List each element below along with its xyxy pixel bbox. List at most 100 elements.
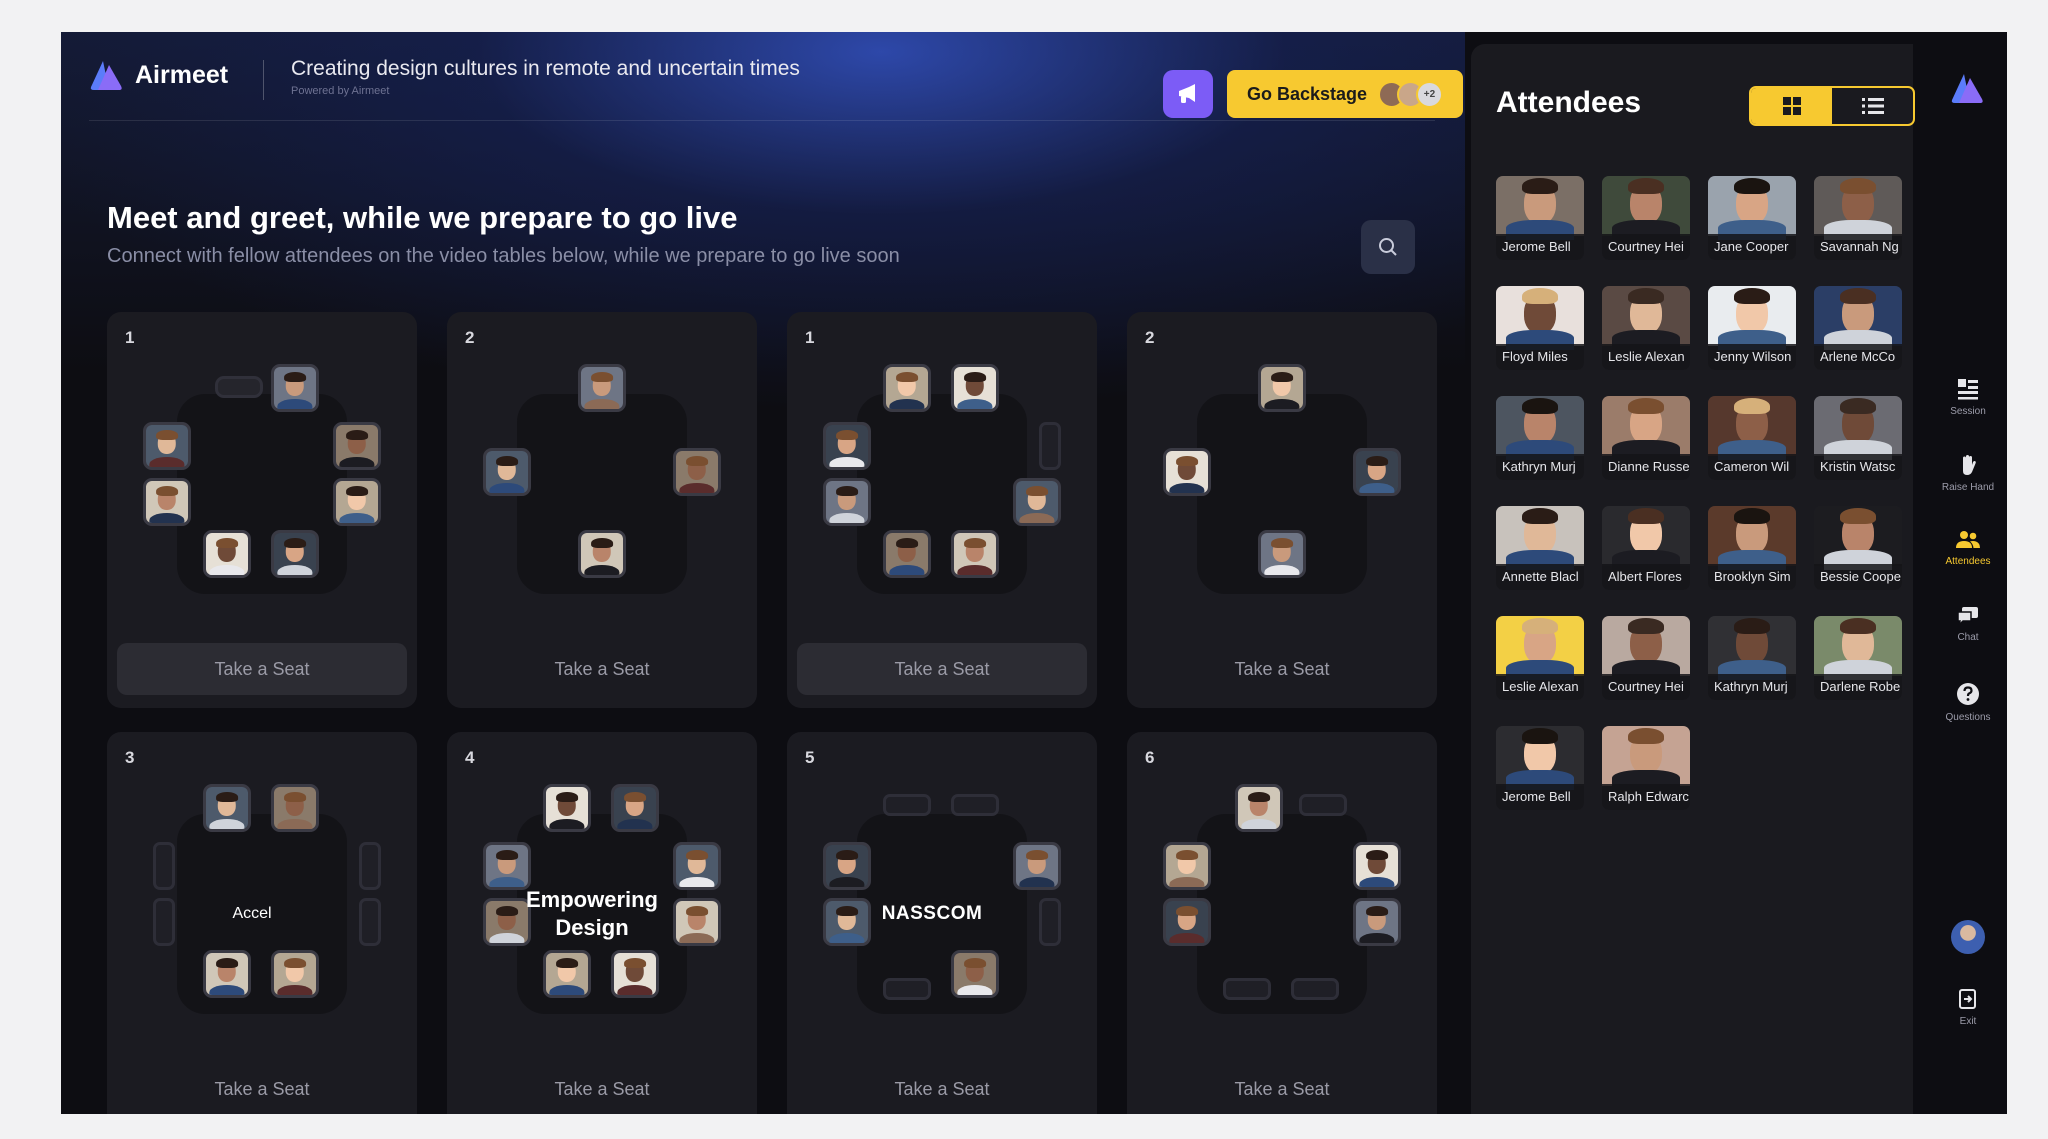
occupied-seat[interactable] — [1163, 842, 1211, 890]
occupied-seat[interactable] — [823, 478, 871, 526]
empty-seat[interactable] — [1223, 978, 1271, 1000]
occupied-seat[interactable] — [578, 364, 626, 412]
rail-logo[interactable] — [1929, 72, 2007, 110]
attendee-card[interactable]: Savannah Ng — [1814, 176, 1902, 260]
occupied-seat[interactable] — [883, 364, 931, 412]
lounge-table[interactable]: 2 Take a Seat — [1127, 312, 1437, 708]
lounge-table[interactable]: 2 Take a Seat — [447, 312, 757, 708]
megaphone-icon — [1179, 84, 1195, 103]
rail-chat[interactable]: Chat — [1929, 606, 2007, 643]
attendee-card[interactable]: Cameron Wil — [1708, 396, 1796, 480]
attendee-photo — [1496, 616, 1584, 680]
attendee-card[interactable]: Albert Flores — [1602, 506, 1690, 590]
occupied-seat[interactable] — [271, 530, 319, 578]
empty-seat[interactable] — [883, 794, 931, 816]
occupied-seat[interactable] — [333, 422, 381, 470]
occupied-seat[interactable] — [1163, 898, 1211, 946]
empty-seat[interactable] — [1039, 422, 1061, 470]
take-seat-button[interactable]: Take a Seat — [1137, 643, 1427, 695]
occupied-seat[interactable] — [483, 448, 531, 496]
announce-button[interactable] — [1163, 70, 1213, 118]
occupied-seat[interactable] — [143, 478, 191, 526]
rail-attendees[interactable]: Attendees — [1929, 530, 2007, 567]
attendee-card[interactable]: Bessie Coope — [1814, 506, 1902, 590]
occupied-seat[interactable] — [578, 530, 626, 578]
occupied-seat[interactable] — [1353, 842, 1401, 890]
rail-questions[interactable]: Questions — [1929, 682, 2007, 723]
attendee-card[interactable]: Brooklyn Sim — [1708, 506, 1796, 590]
attendee-card[interactable]: Floyd Miles — [1496, 286, 1584, 370]
take-seat-button[interactable]: Take a Seat — [117, 1063, 407, 1114]
occupied-seat[interactable] — [271, 364, 319, 412]
attendee-card[interactable]: Leslie Alexan — [1602, 286, 1690, 370]
empty-seat[interactable] — [951, 794, 999, 816]
attendee-photo — [1708, 286, 1796, 350]
take-seat-button[interactable]: Take a Seat — [457, 1063, 747, 1114]
attendee-card[interactable]: Jerome Bell — [1496, 726, 1584, 810]
airmeet-logo[interactable]: Airmeet — [89, 59, 228, 91]
empty-seat[interactable] — [1039, 898, 1061, 946]
empty-seat[interactable] — [359, 842, 381, 890]
go-backstage-button[interactable]: Go Backstage +2 — [1227, 70, 1463, 118]
empty-seat[interactable] — [215, 376, 263, 398]
attendee-card[interactable]: Annette Blacl — [1496, 506, 1584, 590]
occupied-seat[interactable] — [1013, 478, 1061, 526]
occupied-seat[interactable] — [951, 364, 999, 412]
take-seat-button[interactable]: Take a Seat — [117, 643, 407, 695]
list-view-button[interactable] — [1832, 88, 1913, 124]
take-seat-button[interactable]: Take a Seat — [1137, 1063, 1427, 1114]
occupied-seat[interactable] — [1258, 530, 1306, 578]
attendee-card[interactable]: Kristin Watsc — [1814, 396, 1902, 480]
attendee-card[interactable]: Ralph Edwarc — [1602, 726, 1690, 810]
take-seat-button[interactable]: Take a Seat — [797, 1063, 1087, 1114]
empty-seat[interactable] — [359, 898, 381, 946]
lounge-table[interactable]: 1 Take a Seat — [787, 312, 1097, 708]
attendee-card[interactable]: Jenny Wilson — [1708, 286, 1796, 370]
occupied-seat[interactable] — [203, 530, 251, 578]
occupied-seat[interactable] — [673, 842, 721, 890]
attendee-card[interactable]: Leslie Alexan — [1496, 616, 1584, 700]
empty-seat[interactable] — [1299, 794, 1347, 816]
user-avatar[interactable] — [1929, 920, 2007, 960]
occupied-seat[interactable] — [333, 478, 381, 526]
occupied-seat[interactable] — [1235, 784, 1283, 832]
attendee-card[interactable]: Darlene Robe — [1814, 616, 1902, 700]
occupied-seat[interactable] — [951, 530, 999, 578]
occupied-seat[interactable] — [1013, 842, 1061, 890]
occupied-seat[interactable] — [143, 422, 191, 470]
lounge-table[interactable]: 4 Empowering Design Take a Seat — [447, 732, 757, 1114]
empty-seat[interactable] — [153, 842, 175, 890]
grid-view-button[interactable] — [1751, 88, 1832, 124]
attendee-card[interactable]: Jane Cooper — [1708, 176, 1796, 260]
lounge-table[interactable]: 5 NASSCOM Take a Seat — [787, 732, 1097, 1114]
rail-exit-label: Exit — [1959, 1016, 1977, 1027]
take-seat-button[interactable]: Take a Seat — [797, 643, 1087, 695]
lounge-table[interactable]: 3 Accel Take a Seat — [107, 732, 417, 1114]
attendee-card[interactable]: Dianne Russe — [1602, 396, 1690, 480]
attendee-photo — [1496, 176, 1584, 240]
empty-seat[interactable] — [1291, 978, 1339, 1000]
occupied-seat[interactable] — [673, 448, 721, 496]
attendee-card[interactable]: Arlene McCo — [1814, 286, 1902, 370]
occupied-seat[interactable] — [1353, 898, 1401, 946]
rail-raise-hand[interactable]: Raise Hand — [1929, 454, 2007, 493]
attendee-card[interactable]: Jerome Bell — [1496, 176, 1584, 260]
occupied-seat[interactable] — [673, 898, 721, 946]
take-seat-button[interactable]: Take a Seat — [457, 643, 747, 695]
attendee-card[interactable]: Courtney Hei — [1602, 616, 1690, 700]
lounge-table[interactable]: 1 Take a Seat — [107, 312, 417, 708]
rail-exit[interactable]: Exit — [1929, 988, 2007, 1027]
attendee-card[interactable]: Courtney Hei — [1602, 176, 1690, 260]
rail-session[interactable]: Session — [1929, 378, 2007, 417]
attendee-card[interactable]: Kathryn Murj — [1496, 396, 1584, 480]
search-button[interactable] — [1361, 220, 1415, 274]
empty-seat[interactable] — [153, 898, 175, 946]
lounge-table[interactable]: 6 Take a Seat — [1127, 732, 1437, 1114]
occupied-seat[interactable] — [1258, 364, 1306, 412]
occupied-seat[interactable] — [883, 530, 931, 578]
occupied-seat[interactable] — [1163, 448, 1211, 496]
occupied-seat[interactable] — [1353, 448, 1401, 496]
attendee-card[interactable]: Kathryn Murj — [1708, 616, 1796, 700]
event-title: Creating design cultures in remote and u… — [291, 57, 800, 80]
occupied-seat[interactable] — [823, 422, 871, 470]
